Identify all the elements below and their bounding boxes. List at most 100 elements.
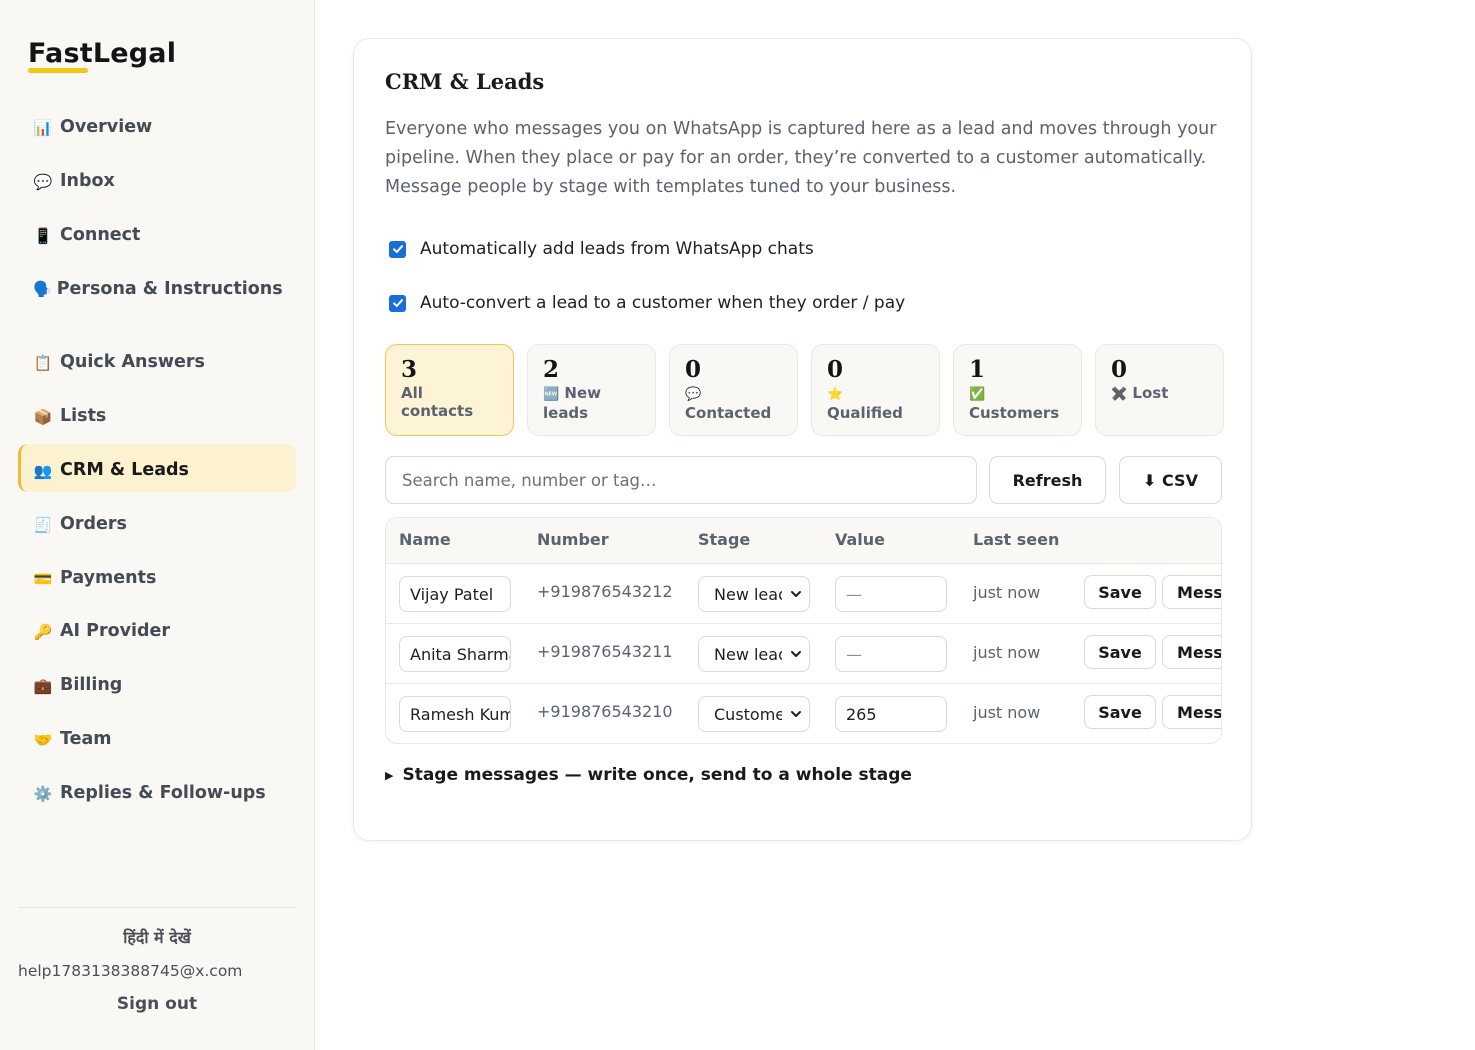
stat-emoji-icon: ⭐ [827, 387, 844, 402]
language-toggle-link[interactable]: हिंदी में देखें [18, 926, 296, 948]
chart-icon: 📊 [33, 119, 53, 137]
sidebar-item-label: Lists [60, 406, 107, 427]
stat-card-new-leads[interactable]: 2 🆕 New leads [527, 344, 656, 436]
sidebar-item-payments[interactable]: 💳 Payments [18, 552, 296, 600]
chevron-down-icon [791, 651, 801, 657]
stage-value: New lead [714, 644, 782, 664]
stat-emoji-icon: ✖️ [1111, 387, 1128, 402]
stat-count: 0 [827, 356, 844, 383]
stat-label: All contacts [401, 384, 474, 420]
last-seen: just now [973, 583, 1041, 602]
app-logo[interactable]: FastLegal [28, 38, 176, 69]
stat-label-wrap: 💬 Contacted [685, 384, 782, 422]
sidebar-nav: 📊 Overview 💬 Inbox 📱 Connect 🗣️ Persona & Instr… [18, 101, 296, 821]
stat-card-all-contacts[interactable]: 3 All contacts [385, 344, 514, 436]
clipboard-icon: 📋 [33, 354, 53, 373]
last-seen: just now [973, 703, 1041, 722]
value-value: — [846, 584, 862, 604]
table-row: Ramesh Kumar +919876543210 Customer 265 just… [386, 684, 1221, 743]
page-description: Everyone who messages you on WhatsApp is… [385, 119, 1217, 197]
auto-convert-checkbox-row[interactable]: Auto-convert a lead to a customer when t… [389, 293, 905, 313]
value-input[interactable]: — [835, 576, 947, 612]
sidebar-item-label: Replies & Follow-ups [60, 782, 266, 803]
save-button[interactable]: Save [1084, 575, 1156, 609]
crm-card: CRM & Leads Everyone who messages you on… [353, 38, 1252, 841]
value-input[interactable]: — [835, 636, 947, 672]
sidebar-item-replies-and-follow-ups[interactable]: ⚙️ Replies & Follow-ups [18, 767, 296, 815]
csv-export-button[interactable]: ⬇ CSV [1119, 456, 1222, 504]
stat-label-wrap: ✖️ Lost [1111, 384, 1208, 404]
sidebar-footer: हिंदी में देखें help1783138388745@x.com … [18, 907, 296, 1014]
sidebar-item-team[interactable]: 🤝 Team [18, 713, 296, 761]
stat-label-wrap: All contacts [401, 384, 498, 420]
receipt-icon: 🧾 [33, 515, 53, 534]
stat-emoji-icon: ✅ [969, 387, 986, 402]
sidebar-item-persona-and-instructions[interactable]: 🗣️ Persona & Instructions [18, 262, 296, 326]
name-input[interactable]: Vijay Patel [399, 576, 511, 612]
checkmark-icon [392, 245, 403, 253]
sidebar-item-overview[interactable]: 📊 Overview [18, 101, 296, 149]
sidebar-item-ai-provider[interactable]: 🔑 AI Provider [18, 605, 296, 653]
stage-select[interactable]: Customer [698, 696, 810, 732]
sidebar-item-quick-answers[interactable]: 📋 Quick Answers [18, 336, 296, 384]
chevron-down-icon [791, 711, 801, 717]
sidebar-item-label: Billing [60, 675, 123, 696]
stage-select[interactable]: New lead [698, 576, 810, 612]
sidebar-item-connect[interactable]: 📱 Connect [18, 209, 296, 257]
column-header-value: Value [835, 530, 886, 549]
stat-card-lost[interactable]: 0 ✖️ Lost [1095, 344, 1224, 436]
sidebar-item-inbox[interactable]: 💬 Inbox [18, 155, 296, 203]
message-button[interactable]: Message [1162, 575, 1221, 609]
sidebar: FastLegal 📊 Overview 💬 Inbox 📱 Connect 🗣️ Perso… [0, 0, 315, 1050]
save-button[interactable]: Save [1084, 635, 1156, 669]
sidebar-item-orders[interactable]: 🧾 Orders [18, 498, 296, 546]
name-input[interactable]: Ramesh Kumar [399, 696, 511, 732]
phone-number: +919876543212 [537, 582, 673, 601]
phone-number: +919876543211 [537, 642, 673, 661]
search-input[interactable] [385, 456, 977, 504]
stage-select[interactable]: New lead [698, 636, 810, 672]
column-header-name: Name [399, 530, 451, 549]
stat-count: 0 [1111, 356, 1128, 383]
handshake-icon: 🤝 [33, 730, 53, 749]
stat-label: Qualified [827, 404, 903, 422]
value-input[interactable]: 265 [835, 696, 947, 732]
checkmark-icon [392, 299, 403, 307]
auto-add-leads-label: Automatically add leads from WhatsApp ch… [420, 239, 814, 259]
name-input[interactable]: Anita Sharma [399, 636, 511, 672]
stat-count: 0 [685, 356, 702, 383]
sidebar-item-label: Quick Answers [60, 352, 205, 373]
sidebar-item-billing[interactable]: 💼 Billing [18, 659, 296, 707]
sidebar-item-label: Connect [60, 224, 141, 245]
contacts-table: Name Number Stage Value Last seen Vijay … [385, 517, 1222, 744]
stage-messages-label: Stage messages — write once, send to a w… [402, 765, 912, 785]
stat-label-wrap: ✅ Customers [969, 384, 1066, 422]
stat-count: 1 [969, 356, 986, 383]
key-icon: 🔑 [33, 623, 53, 642]
stage-messages-toggle[interactable]: ▶ Stage messages — write once, send to a… [385, 765, 912, 785]
stat-card-contacted[interactable]: 0 💬 Contacted [669, 344, 798, 436]
sign-out-button[interactable]: Sign out [18, 994, 296, 1014]
stat-count: 2 [543, 356, 560, 383]
save-button[interactable]: Save [1084, 695, 1156, 729]
auto-add-leads-checkbox-row[interactable]: Automatically add leads from WhatsApp ch… [389, 239, 814, 259]
stage-filter-cards: 3 All contacts 2 🆕 New leads 0 💬 Contacted 0 ⭐ Qu… [385, 344, 1224, 436]
auto-add-leads-checkbox[interactable] [389, 240, 406, 258]
column-header-last-seen: Last seen [973, 530, 1060, 549]
sidebar-item-label: Persona & Instructions [56, 279, 283, 300]
page-title: CRM & Leads [385, 69, 545, 94]
name-value: Ramesh Kumar [410, 704, 510, 724]
disclosure-triangle-icon: ▶ [385, 768, 394, 782]
stage-value: Customer [714, 704, 782, 724]
stat-count: 3 [401, 356, 418, 383]
message-button[interactable]: Message [1162, 635, 1221, 669]
sidebar-item-lists[interactable]: 📦 Lists [18, 390, 296, 438]
auto-convert-checkbox[interactable] [389, 294, 406, 312]
sidebar-item-crm-and-leads[interactable]: 👥 CRM & Leads [18, 443, 296, 492]
stat-card-customers[interactable]: 1 ✅ Customers [953, 344, 1082, 436]
stat-card-qualified[interactable]: 0 ⭐ Qualified [811, 344, 940, 436]
table-row: Anita Sharma +919876543211 New lead — just n… [386, 624, 1221, 684]
message-button[interactable]: Message [1162, 695, 1221, 729]
sidebar-item-label: Team [60, 728, 112, 749]
refresh-button[interactable]: Refresh [989, 456, 1106, 504]
